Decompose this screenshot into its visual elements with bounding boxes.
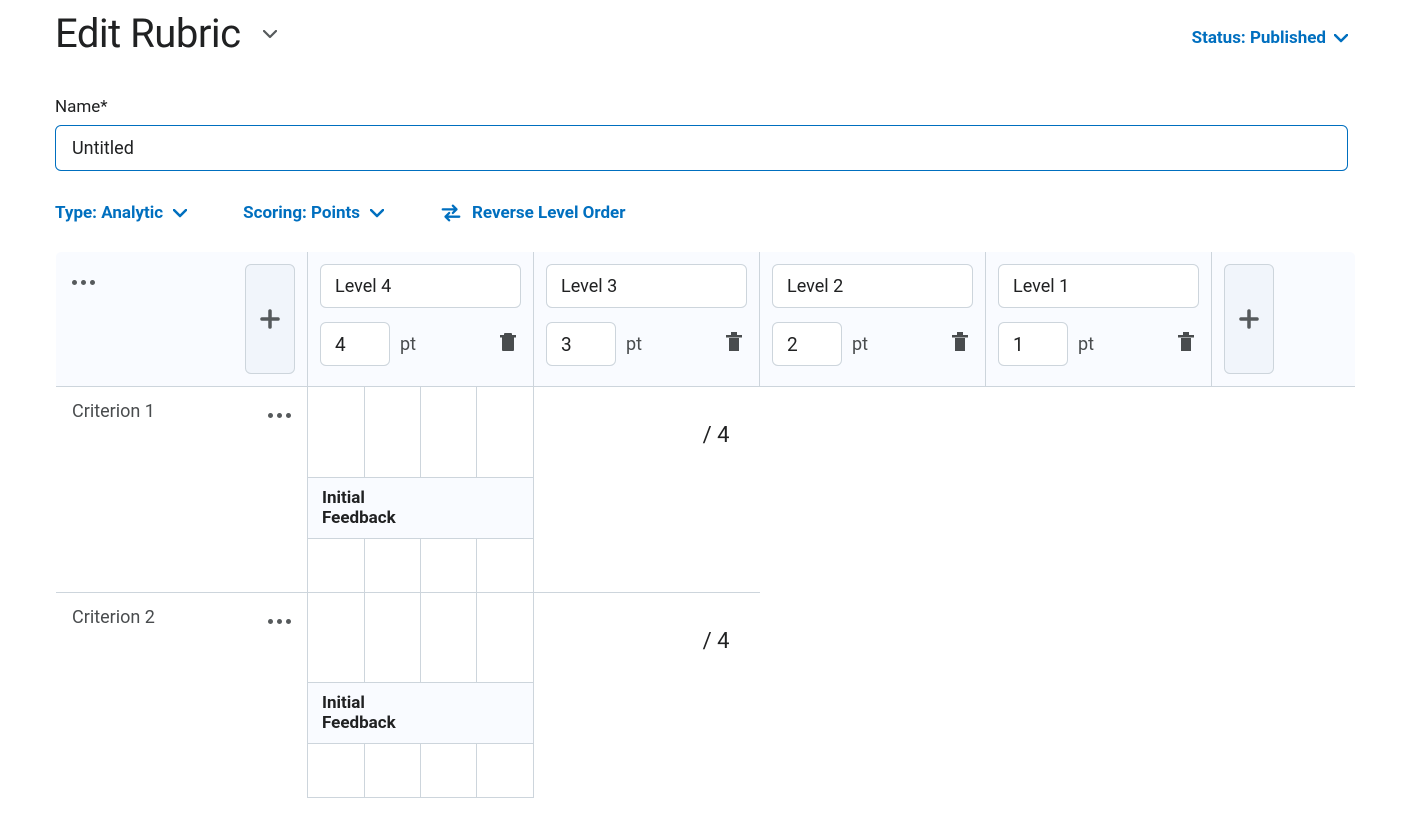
type-dropdown[interactable]: Type: Analytic	[55, 203, 187, 223]
delete-level-button[interactable]	[947, 328, 973, 360]
dots-icon	[72, 280, 77, 285]
page-title: Edit Rubric	[55, 10, 241, 57]
add-level-left-button[interactable]	[245, 264, 295, 374]
criterion-level-cell[interactable]	[421, 387, 477, 477]
dots-icon	[268, 619, 273, 624]
criterion-total: / 4	[703, 629, 730, 654]
add-level-right-button[interactable]	[1224, 264, 1274, 374]
plus-icon	[1239, 309, 1259, 329]
status-label: Status: Published	[1192, 28, 1326, 48]
feedback-cell[interactable]	[421, 538, 477, 592]
criterion-options-button[interactable]	[268, 413, 291, 418]
level-name-input[interactable]	[998, 264, 1199, 308]
feedback-cell[interactable]	[364, 744, 420, 798]
criterion-name[interactable]: Criterion 2	[72, 607, 155, 628]
chevron-down-icon	[263, 30, 277, 39]
trash-icon	[951, 332, 969, 352]
points-unit: pt	[400, 334, 416, 355]
points-unit: pt	[852, 334, 868, 355]
delete-level-button[interactable]	[495, 328, 521, 360]
points-unit: pt	[1078, 334, 1094, 355]
criterion-level-cell[interactable]	[364, 387, 420, 477]
dots-icon	[268, 413, 273, 418]
trash-icon	[499, 332, 517, 352]
chevron-down-icon	[370, 209, 384, 218]
level-points-input[interactable]	[546, 322, 616, 366]
feedback-header: Initial Feedback	[308, 477, 364, 538]
feedback-cell[interactable]	[308, 538, 364, 592]
reverse-label: Reverse Level Order	[472, 203, 625, 223]
name-input[interactable]	[55, 125, 1348, 171]
criterion-name[interactable]: Criterion 1	[72, 401, 155, 422]
chevron-down-icon	[1334, 34, 1348, 43]
criterion-level-cell[interactable]	[477, 593, 533, 683]
feedback-cell[interactable]	[364, 538, 420, 592]
chevron-down-icon	[173, 209, 187, 218]
level-name-input[interactable]	[320, 264, 521, 308]
criterion-level-cell[interactable]	[308, 593, 364, 683]
plus-icon	[260, 309, 280, 329]
criterion-level-cell[interactable]	[421, 593, 477, 683]
feedback-cell[interactable]	[477, 538, 533, 592]
level-name-input[interactable]	[772, 264, 973, 308]
trash-icon	[1177, 332, 1195, 352]
points-unit: pt	[626, 334, 642, 355]
criterion-total: / 4	[703, 423, 730, 448]
scoring-label: Scoring: Points	[243, 203, 360, 223]
scoring-dropdown[interactable]: Scoring: Points	[243, 203, 384, 223]
feedback-header: Initial Feedback	[308, 683, 364, 744]
level-points-input[interactable]	[320, 322, 390, 366]
delete-level-button[interactable]	[721, 328, 747, 360]
type-label: Type: Analytic	[55, 203, 163, 223]
status-dropdown[interactable]: Status: Published	[1192, 28, 1348, 48]
level-points-input[interactable]	[998, 322, 1068, 366]
trash-icon	[725, 332, 743, 352]
delete-level-button[interactable]	[1173, 328, 1199, 360]
level-name-input[interactable]	[546, 264, 747, 308]
name-label: Name*	[55, 97, 1348, 117]
criterion-level-cell[interactable]	[477, 387, 533, 477]
page-title-dropdown[interactable]	[257, 18, 283, 49]
criteria-options-button[interactable]	[72, 280, 95, 285]
reverse-order-button[interactable]: Reverse Level Order	[440, 203, 625, 223]
swap-icon	[440, 204, 462, 222]
feedback-cell[interactable]	[421, 744, 477, 798]
feedback-cell[interactable]	[308, 744, 364, 798]
feedback-cell[interactable]	[477, 744, 533, 798]
level-points-input[interactable]	[772, 322, 842, 366]
rubric-table: pt pt	[55, 251, 1356, 799]
criterion-options-button[interactable]	[268, 619, 291, 624]
criterion-level-cell[interactable]	[308, 387, 364, 477]
criterion-level-cell[interactable]	[364, 593, 420, 683]
